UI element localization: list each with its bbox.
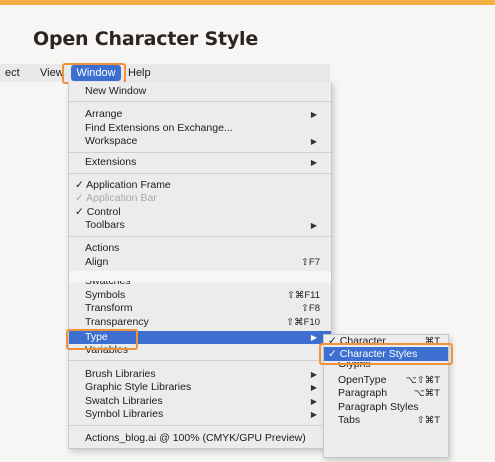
menu-item-find-extensions[interactable]: Find Extensions on Exchange... — [85, 122, 233, 135]
character-styles-annotation-box — [319, 343, 453, 365]
submenu-arrow-icon: ▶ — [310, 221, 317, 230]
submenu-arrow-icon: ▶ — [310, 110, 317, 119]
menu-item-swatch-libraries[interactable]: Swatch Libraries — [85, 395, 163, 408]
menu-item-toolbars[interactable]: Toolbars — [85, 219, 125, 232]
menubar-item-view[interactable]: View — [40, 67, 64, 79]
submenu-arrow-icon: ▶ — [310, 410, 317, 419]
shortcut-label: ⇧F7 — [300, 257, 320, 268]
type-item-annotation-box — [66, 329, 138, 350]
shortcut-label: ⇧F8 — [300, 303, 320, 314]
menu-item-extensions[interactable]: Extensions — [85, 156, 136, 169]
menu-bar: ect View Window Help — [0, 64, 330, 82]
menu-separator — [69, 173, 331, 174]
menu-separator — [69, 236, 331, 237]
submenu-arrow-icon: ▶ — [310, 383, 317, 392]
menubar-item-help[interactable]: Help — [128, 67, 151, 79]
menu-item-align[interactable]: Align — [85, 256, 108, 269]
checkmark-icon: ✓ — [75, 206, 84, 218]
menu-item-symbol-libraries[interactable]: Symbol Libraries — [85, 408, 163, 421]
window-menu: New Window Arrange ▶ Find Extensions on … — [68, 82, 332, 449]
menu-separator — [69, 152, 331, 153]
checkmark-icon: ✓ — [75, 192, 84, 204]
shortcut-label: ⌥⇧⌘T — [405, 375, 440, 386]
shortcut-label: ⇧⌘T — [416, 415, 440, 426]
menu-item-new-window[interactable]: New Window — [85, 85, 146, 98]
shortcut-label: ⇧⌘F11 — [286, 290, 320, 301]
submenu-arrow-icon: ▶ — [310, 333, 317, 342]
page-title: Open Character Style — [33, 28, 259, 50]
submenu-item-paragraph-styles[interactable]: Paragraph Styles — [338, 401, 419, 414]
menu-item-transform[interactable]: Transform — [85, 302, 132, 315]
window-menu-annotation-box — [62, 63, 126, 84]
menu-item-swatches[interactable]: Swatches — [85, 281, 131, 286]
submenu-arrow-icon: ▶ — [310, 397, 317, 406]
menu-separator — [69, 360, 331, 361]
menu-item-transparency[interactable]: Transparency — [85, 316, 149, 329]
submenu-item-paragraph[interactable]: Paragraph — [338, 387, 387, 400]
menu-item-arrange[interactable]: Arrange — [85, 108, 122, 121]
menu-item-brush-libraries[interactable]: Brush Libraries — [85, 368, 156, 381]
menu-separator — [69, 425, 331, 426]
menu-item-control[interactable]: ✓ Control — [75, 206, 121, 219]
submenu-item-tabs[interactable]: Tabs — [338, 414, 360, 427]
menu-item-actions[interactable]: Actions — [85, 242, 119, 255]
submenu-arrow-icon: ▶ — [310, 137, 317, 146]
menu-separator — [69, 101, 331, 102]
menubar-item-select[interactable]: ect — [5, 67, 20, 79]
menu-item-application-bar: ✓ Application Bar — [75, 192, 157, 204]
submenu-arrow-icon: ▶ — [310, 158, 317, 167]
submenu-item-opentype[interactable]: OpenType — [338, 374, 386, 387]
checkmark-icon: ✓ — [75, 179, 84, 191]
menu-item-document[interactable]: Actions_blog.ai @ 100% (CMYK/GPU Preview… — [85, 432, 306, 445]
menu-item-workspace[interactable]: Workspace — [85, 135, 137, 148]
menu-item-symbols[interactable]: Symbols — [85, 289, 125, 302]
menu-item-graphic-style-libraries[interactable]: Graphic Style Libraries — [85, 381, 191, 394]
shortcut-label: ⇧⌘F10 — [286, 317, 320, 328]
top-accent-band — [0, 0, 495, 5]
menu-item-application-frame[interactable]: ✓ Application Frame — [75, 179, 171, 192]
shortcut-label: ⌥⌘T — [413, 388, 440, 399]
submenu-arrow-icon: ▶ — [310, 370, 317, 379]
